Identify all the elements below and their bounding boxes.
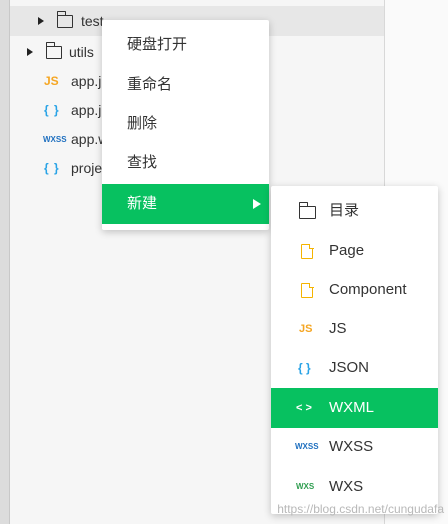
submenu-item-component[interactable]: Component bbox=[271, 270, 438, 310]
json-icon: { } bbox=[44, 103, 60, 117]
submenu-item-label: Page bbox=[329, 242, 365, 259]
json-icon: { } bbox=[44, 161, 60, 175]
submenu-item-label: JSON bbox=[329, 359, 370, 376]
submenu-item-wxs[interactable]: WXS WXS bbox=[271, 467, 438, 507]
submenu-item-label: WXSS bbox=[329, 438, 374, 455]
wxss-icon: WXSS bbox=[43, 135, 67, 144]
window-edge bbox=[0, 0, 10, 524]
menu-item-label: 删除 bbox=[127, 115, 158, 132]
chevron-right-icon[interactable] bbox=[27, 48, 33, 56]
menu-item-open-disk[interactable]: 硬盘打开 bbox=[102, 25, 269, 65]
wxml-icon: < > bbox=[296, 402, 312, 414]
js-icon: JS bbox=[299, 323, 313, 335]
submenu-item-label: JS bbox=[329, 320, 347, 337]
tree-item-label: proje bbox=[71, 160, 103, 176]
submenu-item-label: Component bbox=[329, 281, 407, 298]
menu-item-label: 新建 bbox=[127, 195, 158, 212]
new-submenu: 目录 Page Component JS JS { } JSON < > WXM… bbox=[271, 186, 438, 514]
tree-item-label: app.j bbox=[71, 102, 102, 118]
submenu-item-js[interactable]: JS JS bbox=[271, 309, 438, 349]
menu-item-label: 查找 bbox=[127, 154, 158, 171]
submenu-item-json[interactable]: { } JSON bbox=[271, 348, 438, 388]
js-icon: JS bbox=[44, 74, 59, 88]
submenu-arrow-icon bbox=[253, 199, 261, 209]
menu-item-label: 重命名 bbox=[127, 76, 173, 93]
menu-item-delete[interactable]: 删除 bbox=[102, 104, 269, 144]
menu-item-rename[interactable]: 重命名 bbox=[102, 65, 269, 105]
submenu-item-wxml[interactable]: < > WXML bbox=[271, 388, 438, 428]
tree-item-label: test bbox=[81, 13, 104, 29]
menu-item-find[interactable]: 查找 bbox=[102, 143, 269, 183]
menu-item-label: 硬盘打开 bbox=[127, 36, 188, 53]
menu-item-new[interactable]: 新建 bbox=[102, 184, 269, 224]
component-file-icon bbox=[297, 270, 317, 310]
wxs-icon: WXS bbox=[296, 482, 315, 491]
submenu-item-label: WXS bbox=[329, 478, 364, 495]
wxss-icon: WXSS bbox=[295, 442, 319, 451]
tree-item-label: utils bbox=[69, 44, 94, 60]
page-file-icon bbox=[297, 231, 317, 271]
folder-icon bbox=[297, 191, 317, 231]
context-menu: 硬盘打开 重命名 删除 查找 新建 bbox=[102, 20, 269, 230]
json-icon: { } bbox=[298, 361, 311, 375]
submenu-item-label: WXML bbox=[329, 399, 374, 416]
folder-icon bbox=[56, 11, 73, 28]
folder-icon bbox=[45, 42, 62, 59]
submenu-item-wxss[interactable]: WXSS WXSS bbox=[271, 427, 438, 467]
chevron-right-icon[interactable] bbox=[38, 17, 44, 25]
submenu-item-label: 目录 bbox=[329, 202, 360, 219]
submenu-item-directory[interactable]: 目录 bbox=[271, 191, 438, 231]
submenu-item-page[interactable]: Page bbox=[271, 231, 438, 271]
watermark: https://blog.csdn.net/cungudafa bbox=[277, 502, 444, 516]
tree-item-label: app.j bbox=[71, 73, 102, 89]
